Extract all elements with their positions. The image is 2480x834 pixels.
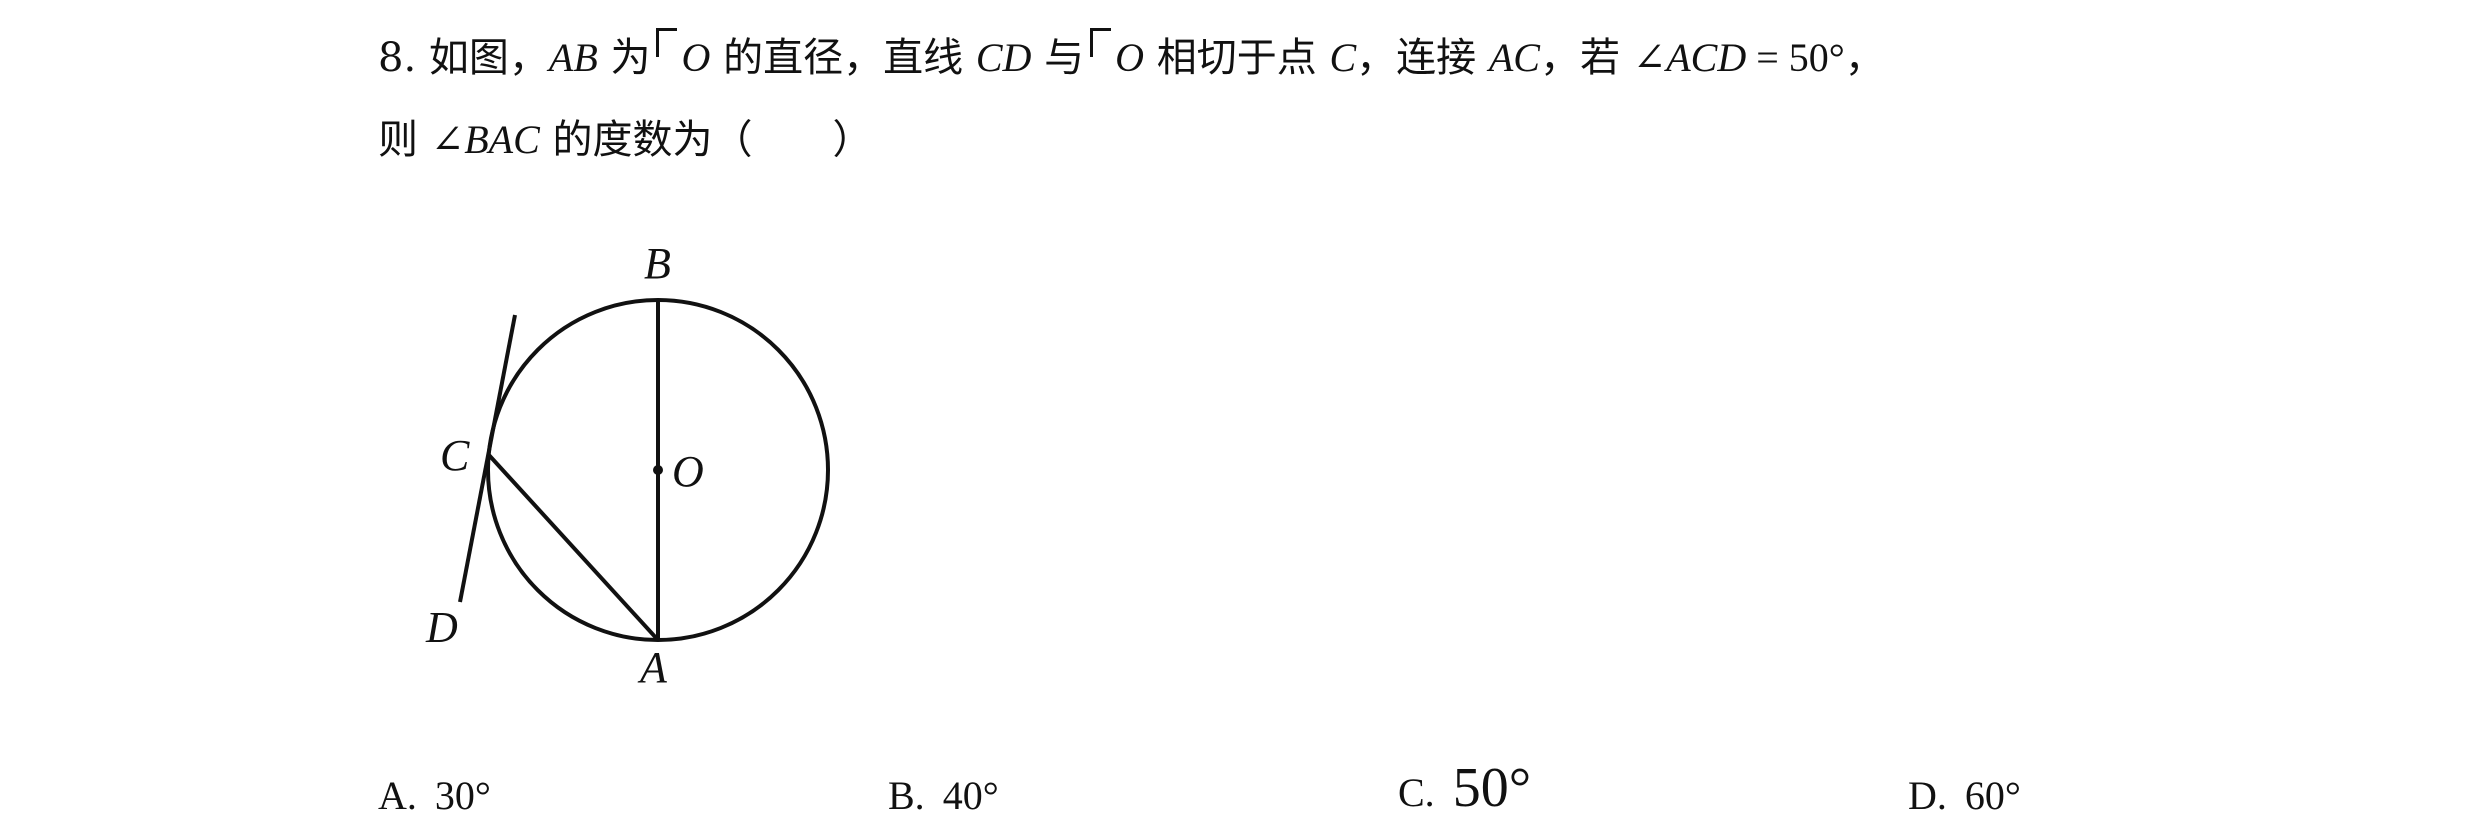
label-c: C: [440, 431, 470, 480]
option-c-value: 50°: [1452, 757, 1532, 819]
question-line-2-text: 则 ∠BAC 的度数为（ ）: [378, 117, 873, 163]
option-b-value: 40°: [942, 773, 999, 818]
question-line-1-text: 如图，AB 为O 的直径，直线 CD 与O 相切于点 C，连接 AC，若 ∠AC…: [428, 28, 1885, 81]
center-point: [653, 465, 663, 475]
geometry-figure: B O C D A: [425, 239, 830, 692]
question-line-2: 则 ∠BAC 的度数为（ ）: [378, 116, 873, 164]
label-d: D: [425, 603, 458, 652]
chord-ac: [486, 452, 660, 642]
option-c[interactable]: C. 50°: [1398, 760, 1531, 817]
label-o: O: [672, 447, 704, 496]
option-c-letter: C.: [1398, 770, 1435, 815]
line1-run: CD: [975, 35, 1032, 80]
question-number: 8.: [378, 35, 417, 81]
circle-symbol: [656, 28, 678, 57]
line1-run: 相切于点: [1144, 35, 1330, 81]
line2-run: 的度数为（ ）: [539, 117, 873, 163]
option-d-letter: D.: [1908, 773, 1947, 818]
line1-run: O: [681, 35, 711, 80]
option-a-letter: A.: [378, 773, 417, 818]
line2-run: 则: [378, 117, 431, 163]
label-b: B: [644, 239, 671, 288]
line2-run: ∠BAC: [430, 117, 540, 162]
line1-run: 与: [1031, 35, 1085, 81]
line1-run: AB: [548, 35, 598, 80]
option-d[interactable]: D. 60°: [1908, 772, 2021, 820]
line1-run: ，若: [1539, 35, 1633, 81]
option-a[interactable]: A. 30°: [378, 772, 491, 820]
line1-run: ，连接: [1356, 35, 1489, 81]
option-b[interactable]: B. 40°: [888, 772, 999, 820]
label-a: A: [637, 643, 668, 692]
line1-run: 如图，: [428, 35, 549, 81]
option-b-letter: B.: [888, 773, 925, 818]
question-line-1: 8. 如图，AB 为O 的直径，直线 CD 与O 相切于点 C，连接 AC，若 …: [378, 28, 1885, 82]
option-d-value: 60°: [1964, 773, 2021, 818]
line1-run: ∠ACD: [1632, 35, 1747, 80]
circle-symbol: [1090, 28, 1112, 57]
line1-run: AC: [1488, 35, 1540, 80]
line1-run: 的直径，直线: [710, 35, 976, 81]
line1-run: 为: [597, 35, 651, 81]
line1-run: C: [1329, 35, 1357, 80]
line1-run: = 50°，: [1746, 35, 1885, 80]
option-a-value: 30°: [434, 773, 491, 818]
line1-run: O: [1115, 35, 1144, 80]
